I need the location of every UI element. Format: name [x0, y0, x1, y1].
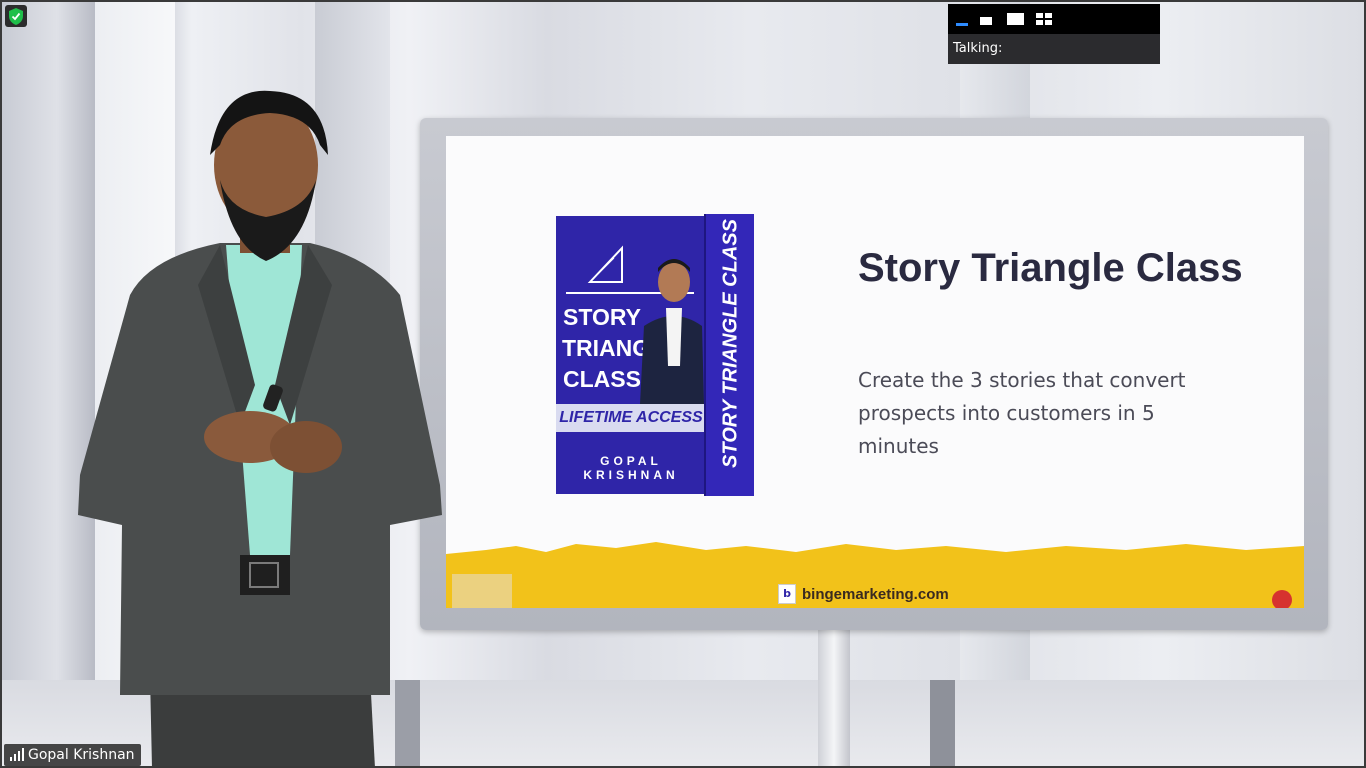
slide-description: Create the 3 stories that convert prospe…: [858, 368, 1186, 458]
thumbnail-view-icon: [980, 17, 992, 25]
product-box-side-text: STORY TRIANGLE CLASS: [719, 219, 742, 468]
gallery-view-button[interactable]: [1034, 10, 1054, 28]
minimize-view-button[interactable]: [954, 10, 974, 28]
talking-label: Talking:: [953, 41, 1003, 56]
signal-bars-icon: [10, 748, 24, 761]
product-box-side: STORY TRIANGLE CLASS: [704, 214, 754, 496]
triangle-logo-icon: [587, 245, 623, 283]
presentation-screen: STORY TRIANGLE CLASS LIFETIME ACCESS GOP…: [420, 118, 1328, 630]
view-switcher-panel: Talking:: [948, 4, 1160, 64]
floor-block: [930, 680, 955, 768]
participant-name-tag: Gopal Krishnan: [4, 744, 141, 766]
brand-logo-icon: b: [778, 584, 796, 604]
thumbnail-view-button[interactable]: [978, 10, 998, 28]
screen-stand: [818, 628, 850, 768]
product-box-title: STORY TRIANGLE CLASS: [562, 304, 680, 392]
minimize-view-icon: [956, 23, 968, 26]
shield-check-icon: [9, 8, 23, 25]
product-box-lifetime: LIFETIME ACCESS: [556, 404, 706, 432]
participant-name: Gopal Krishnan: [28, 747, 135, 763]
footer-url: bingemarketing.com: [802, 586, 949, 603]
product-box-author: GOPAL KRISHNAN: [583, 454, 679, 482]
gallery-view-icon: [1036, 13, 1052, 25]
product-box-front: STORY TRIANGLE CLASS LIFETIME ACCESS GOP…: [556, 216, 706, 494]
view-toolbar: [948, 4, 1160, 34]
talking-indicator: Talking:: [948, 34, 1160, 64]
slide-title: Story Triangle Class: [858, 246, 1243, 290]
speaker-view-button[interactable]: [1006, 10, 1026, 28]
presenter-figure: [78, 90, 442, 768]
author-photo: [640, 259, 704, 404]
security-badge[interactable]: [5, 5, 27, 27]
video-feed: STORY TRIANGLE CLASS LIFETIME ACCESS GOP…: [0, 0, 1366, 768]
speaker-view-icon: [1007, 13, 1024, 25]
slide: STORY TRIANGLE CLASS LIFETIME ACCESS GOP…: [446, 136, 1304, 608]
